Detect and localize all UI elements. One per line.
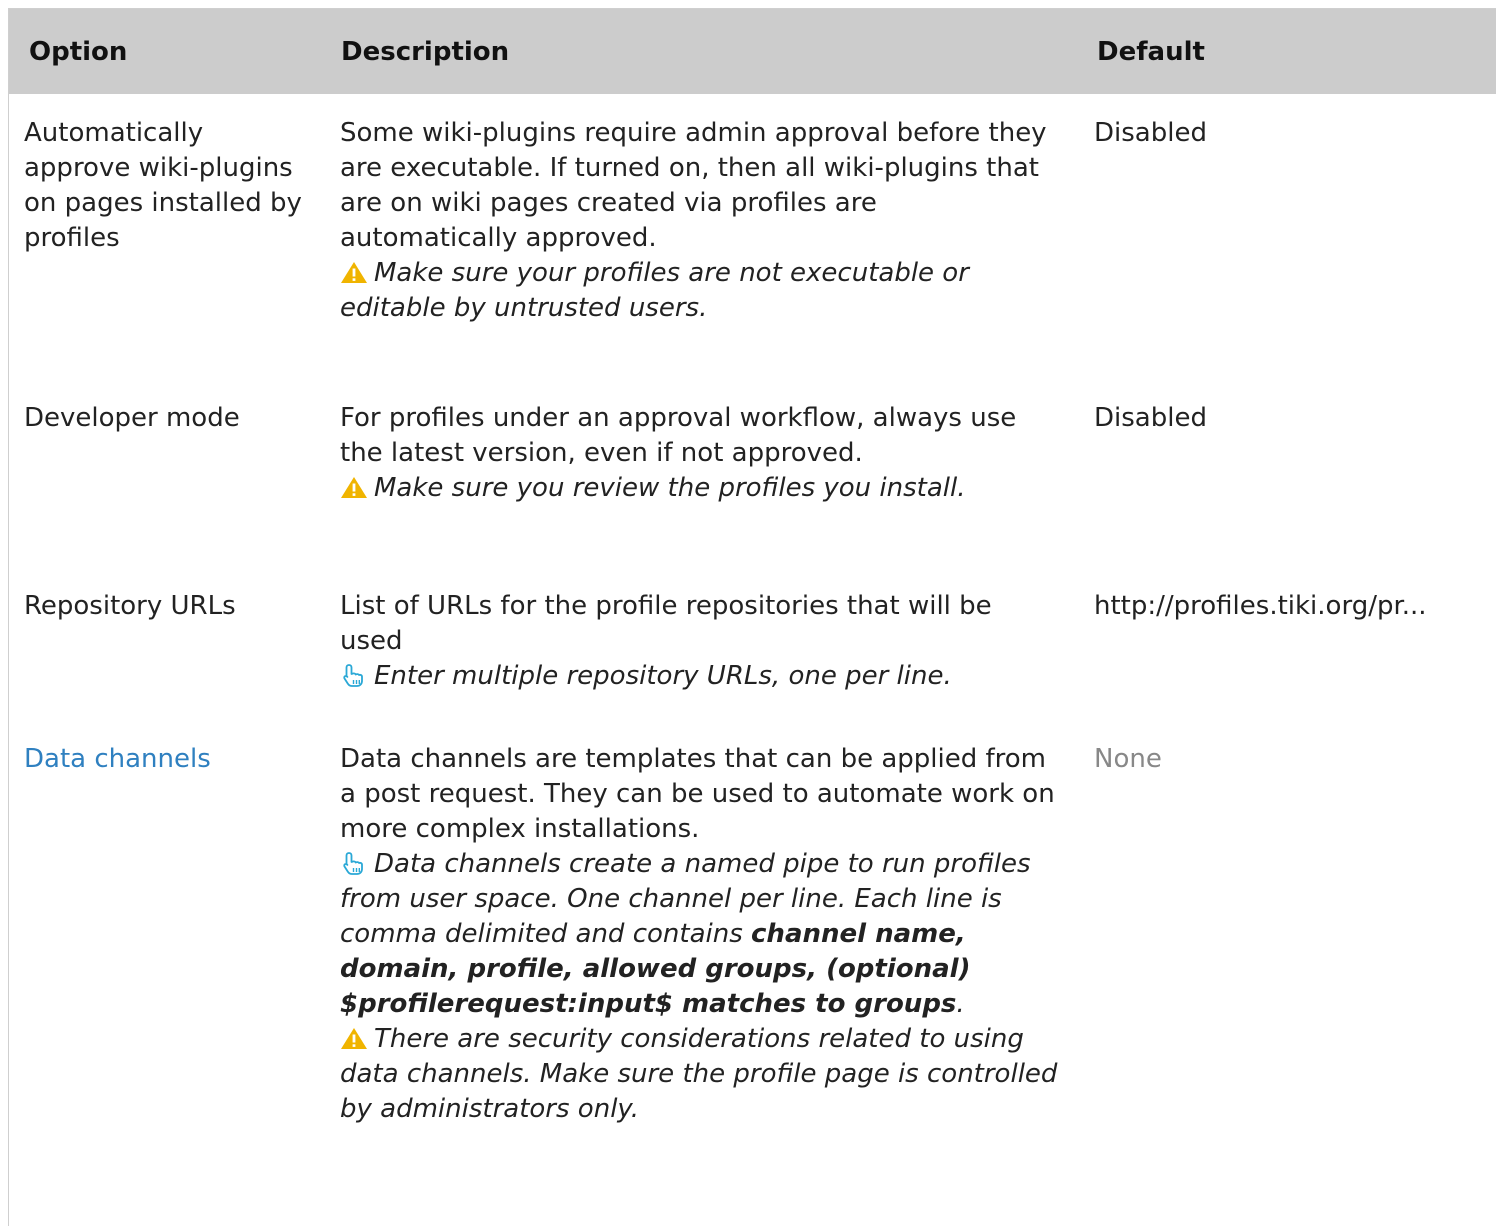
default-value-cell: None <box>1081 720 1496 1222</box>
tip-end: . <box>956 989 965 1019</box>
table-row: Data channels Data channels are template… <box>9 720 1496 1222</box>
default-value: Disabled <box>1094 118 1207 148</box>
options-table: Option Description Default Automatically… <box>9 9 1496 1222</box>
option-name: Repository URLs <box>24 591 236 621</box>
tip-note: Enter multiple repository URLs, one per … <box>374 661 952 691</box>
data-channels-link[interactable]: Data channels <box>24 744 211 774</box>
description-text: Data channels are templates that can be … <box>340 744 1055 844</box>
table-row: Repository URLs List of URLs for the pro… <box>9 567 1496 720</box>
table-header-row: Option Description Default <box>9 9 1496 94</box>
warning-note: Make sure you review the profiles you in… <box>374 473 966 503</box>
pointing-hand-icon <box>340 663 368 687</box>
option-name: Automatically approve wiki-plugins on pa… <box>24 118 302 253</box>
tip-note: Data channels create a named pipe to run… <box>340 849 1031 1019</box>
option-description: Data channels are templates that can be … <box>321 720 1081 1222</box>
description-text: For profiles under an approval workflow,… <box>340 403 1017 468</box>
option-description: List of URLs for the profile repositorie… <box>321 567 1081 720</box>
option-name-cell: Data channels <box>9 720 321 1222</box>
option-description: Some wiki-plugins require admin approval… <box>321 94 1081 379</box>
warning-icon <box>340 260 368 284</box>
option-name: Developer mode <box>24 403 240 433</box>
options-table-container: Option Description Default Automatically… <box>8 8 1496 1226</box>
description-text: List of URLs for the profile repositorie… <box>340 591 992 656</box>
description-text: Some wiki-plugins require admin approval… <box>340 118 1047 253</box>
warning-note: Make sure your profiles are not executab… <box>340 258 969 323</box>
default-value: http://profiles.tiki.org/pr... <box>1094 591 1427 621</box>
warning-icon <box>340 1026 368 1050</box>
pointing-hand-icon <box>340 851 368 875</box>
table-row: Developer mode For profiles under an app… <box>9 379 1496 567</box>
option-description: For profiles under an approval workflow,… <box>321 379 1081 567</box>
column-header-description: Description <box>321 9 1081 94</box>
column-header-default: Default <box>1081 9 1496 94</box>
warning-icon <box>340 475 368 499</box>
column-header-option: Option <box>9 9 321 94</box>
default-value: None <box>1094 744 1162 774</box>
warning-note: There are security considerations relate… <box>340 1024 1058 1124</box>
table-row: Automatically approve wiki-plugins on pa… <box>9 94 1496 379</box>
default-value: Disabled <box>1094 403 1207 433</box>
